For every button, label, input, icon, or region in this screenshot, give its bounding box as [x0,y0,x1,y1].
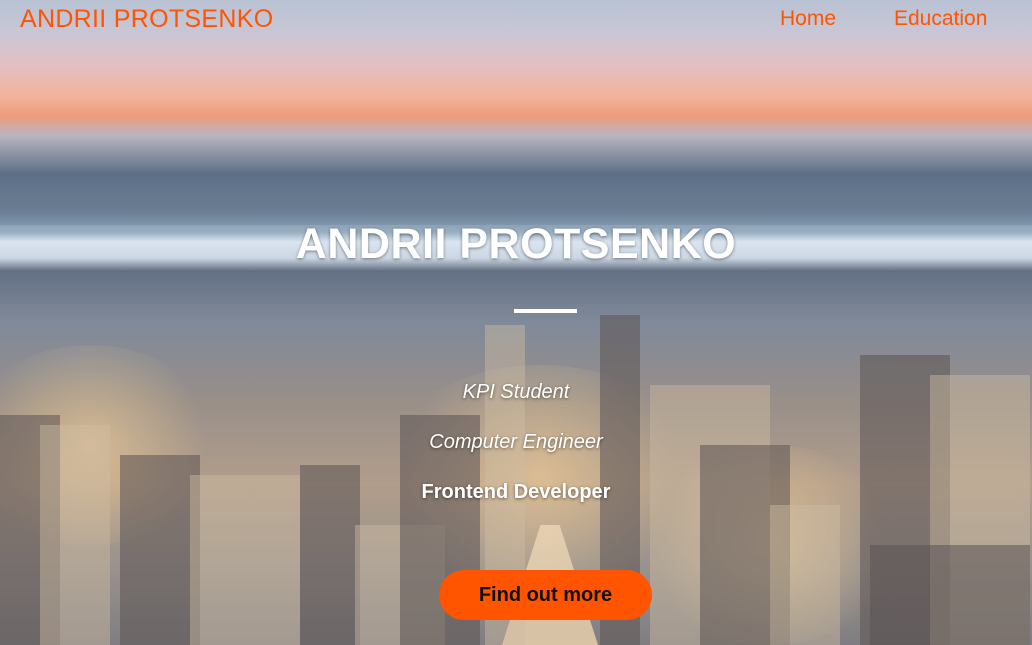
hero-title: ANDRII PROTSENKO [295,220,737,268]
role-kpi-student: KPI Student [462,381,570,403]
title-divider [514,309,577,313]
navbar: ANDRII PROTSENKO Home Education [0,0,1032,40]
nav-education-link[interactable]: Education [894,7,987,31]
brand-link[interactable]: ANDRII PROTSENKO [20,5,273,34]
find-out-more-button[interactable]: Find out more [439,570,652,620]
role-computer-engineer: Computer Engineer [429,431,603,453]
nav-home-link[interactable]: Home [780,7,836,31]
hero-background [0,0,1032,645]
role-frontend-developer: Frontend Developer [421,481,611,503]
